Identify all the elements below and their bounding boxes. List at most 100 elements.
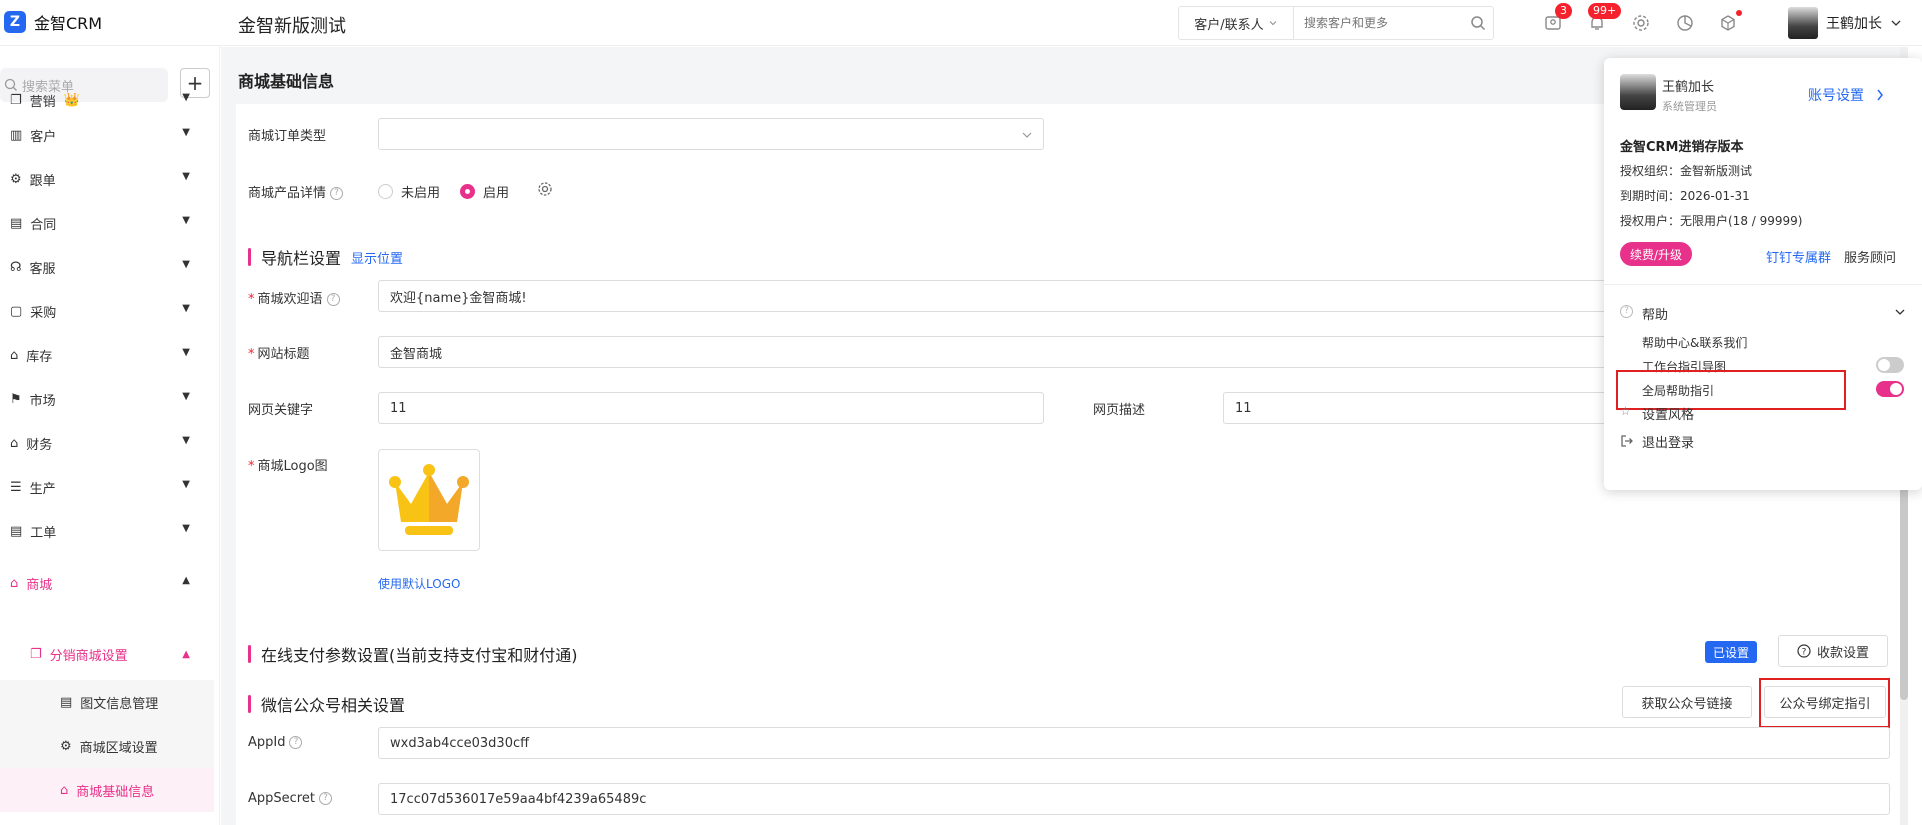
workbench-guide-toggle[interactable] [1876,357,1904,373]
user-name: 王鹤加长 [1826,16,1882,32]
help-icon[interactable]: ? [326,293,340,306]
help-icon[interactable]: ? [330,187,344,200]
message-badge: 3 [1555,3,1572,19]
sidebar-item-purchase[interactable]: ▢ 采购 ▼ [0,289,200,333]
help-circle-icon: ? [1620,305,1633,318]
sidebar-subitem-graphic[interactable]: ▤ 图文信息管理 [0,680,214,724]
sidebar-item-label: 库存 [26,349,53,365]
help-icon[interactable]: ? [318,792,332,805]
wechat-section-title: 微信公众号相关设置 [261,696,406,715]
cube-icon[interactable] [1717,12,1739,34]
sidebar-item-workorder[interactable]: ▤ 工单 ▼ [0,509,200,553]
sidebar-subgroup-distribution[interactable]: ❐ 分销商城设置 ▲ [0,632,214,676]
sidebar-subitem-label: 商城基础信息 [76,784,155,800]
popup-user-role: 系统管理员 [1662,100,1717,113]
chevron-down-icon: ▼ [182,127,190,138]
sidebar-subitem-region[interactable]: ⚙ 商城区域设置 [0,724,214,768]
use-default-logo-link[interactable]: 使用默认LOGO [378,575,460,592]
radio-enabled[interactable]: 启用 [460,182,509,201]
app-logo[interactable]: Z 金智CRM [4,10,102,34]
sidebar-item-label: 营销 [29,94,56,110]
sidebar-item-shop[interactable]: ⌂ 商城 ▲ [0,561,200,605]
chevron-down-icon: ▼ [182,435,190,446]
svg-text:?: ? [1802,648,1807,658]
sidebar-subitem-label: 图文信息管理 [80,696,159,712]
sidebar-item-market[interactable]: ⚑ 市场 ▼ [0,377,200,421]
chevron-up-icon: ▲ [182,575,190,586]
sidebar-item-label: 合同 [30,217,57,233]
sidebar-item-follow[interactable]: ⚙ 跟单 ▼ [0,157,200,201]
theme-label: 设置风格 [1642,408,1695,423]
keywords-label: 网页关键字 [248,403,314,418]
chevron-right-icon [1877,89,1883,101]
theme-menu[interactable]: ☆ 设置风格 [1620,404,1906,424]
search-icon[interactable] [1463,15,1493,31]
get-wechat-link-button[interactable]: 获取公众号链接 [1622,686,1752,718]
sidebar-item-inventory[interactable]: ⌂ 库存 ▼ [0,333,200,377]
dingtalk-group-link[interactable]: 钉钉专属群 [1766,247,1831,266]
top-header: Z 金智CRM 金智新版测试 客户/联系人 3 99+ 王鹤加长 [0,0,1922,46]
chevron-down-icon: ▼ [182,92,190,103]
sidebar-subgroup-label: 分销商城设置 [49,648,128,664]
account-settings-link[interactable]: 账号设置 [1808,85,1884,105]
copy-icon: ❐ [10,92,22,108]
help-center-link[interactable]: 帮助中心&联系我们 [1642,334,1747,351]
popup-user-name: 王鹤加长 [1662,80,1715,95]
help-menu[interactable]: ? 帮助 [1620,304,1906,324]
sidebar-item-label: 采购 [30,305,57,321]
chevron-down-icon [1022,132,1032,138]
settings-icon[interactable] [537,181,553,201]
radio-label: 未启用 [401,186,441,201]
service-advisor-link[interactable]: 服务顾问 [1844,247,1896,266]
avatar [1788,7,1818,39]
sidebar-item-customer[interactable]: ▥ 客户 ▼ [0,113,200,157]
shop-icon: ⌂ [60,782,69,798]
gear-icon[interactable] [1630,12,1652,34]
welcome-input[interactable]: 欢迎{name}金智商城! [378,280,1608,312]
sidebar-item-label: 客户 [30,129,57,145]
description-label: 网页描述 [1093,403,1146,418]
site-title-input[interactable]: 金智商城 [378,336,1608,368]
sidebar-item-contract[interactable]: ▤ 合同 ▼ [0,201,200,245]
pie-chart-icon[interactable] [1674,12,1696,34]
crown-logo-icon [389,464,469,535]
order-type-select[interactable] [378,118,1044,150]
chevron-down-icon: ▼ [182,347,190,358]
sidebar-subitem-basic-info[interactable]: ⌂ 商城基础信息 [0,768,214,812]
nav-section-title: 导航栏设置 [261,249,342,268]
appid-input[interactable]: wxd3ab4cce03d30cff [378,727,1890,759]
site-title-label: * 网站标题 [248,347,310,362]
logo-upload[interactable] [378,449,480,551]
logout-menu[interactable]: 退出登录 [1620,432,1906,452]
renew-upgrade-button[interactable]: 续费/升级 [1620,242,1693,266]
scrollbar-thumb[interactable] [1900,470,1908,700]
search-input[interactable] [1294,16,1463,30]
description-input[interactable]: 11 [1223,392,1608,424]
keywords-input[interactable]: 11 [378,392,1044,424]
sidebar-item-production[interactable]: ☰ 生产 ▼ [0,465,200,509]
sidebar-item-service[interactable]: ☊ 客服 ▼ [0,245,200,289]
user-menu[interactable]: 王鹤加长 [1788,7,1902,39]
crown-badge-icon: 👑 [63,92,80,108]
chevron-down-icon: ▼ [182,259,190,270]
appsecret-label: AppSecret? [248,791,332,806]
appid-text: AppId [248,735,286,750]
appsecret-input[interactable]: 17cc07d536017e59aa4bf4239a65489c [378,783,1890,815]
payment-settings-button[interactable]: ? 收款设置 [1778,635,1888,667]
bag-icon: ▢ [10,303,23,319]
popup-avatar [1620,74,1656,110]
sidebar-item-label: 财务 [26,437,53,453]
account-settings-label: 账号设置 [1808,88,1864,104]
chevron-down-icon: ▼ [182,479,190,490]
highlight-box [1759,678,1890,728]
display-position-link[interactable]: 显示位置 [351,248,403,267]
cube-dot-badge [1736,10,1742,16]
sidebar-item-label: 生产 [29,481,56,497]
gear-icon: ⚙ [10,171,22,187]
sidebar-item-finance[interactable]: ⌂ 财务 ▼ [0,421,200,465]
theme-icon: ☆ [1620,404,1631,418]
global-guide-toggle[interactable] [1876,381,1904,397]
radio-disabled[interactable]: 未启用 [378,182,440,201]
help-icon[interactable]: ? [289,736,303,749]
search-scope-select[interactable]: 客户/联系人 [1179,7,1294,39]
